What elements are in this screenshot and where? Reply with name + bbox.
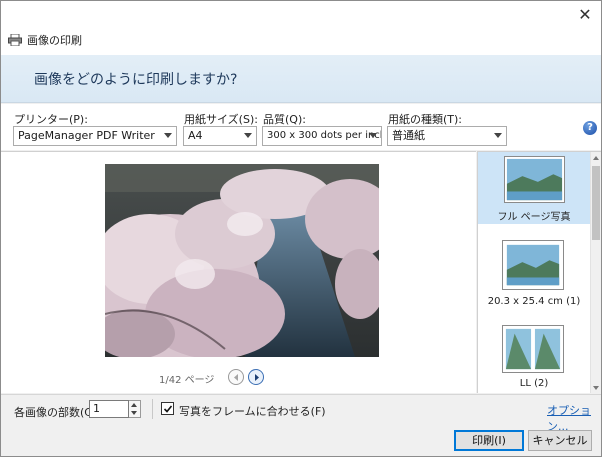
increment-icon[interactable] xyxy=(131,403,137,407)
preview-area: 1/42 ページ xyxy=(1,151,476,393)
copies-label: 各画像の部数(C): xyxy=(14,406,100,419)
header-band: 画像をどのように印刷しますか? xyxy=(1,55,601,103)
paper-size-label: 用紙サイズ(S): xyxy=(184,113,258,126)
page-indicator: 1/42 ページ xyxy=(159,375,215,386)
layout-item-ll[interactable]: LL (2) xyxy=(478,322,590,393)
checkmark-icon xyxy=(163,405,173,413)
paper-type-value: 普通紙 xyxy=(392,129,425,142)
printer-select[interactable]: PageManager PDF Writer xyxy=(13,126,177,146)
layout-scrollbar[interactable] xyxy=(590,152,601,393)
previous-page-button[interactable] xyxy=(228,369,244,385)
print-button[interactable]: 印刷(I) xyxy=(454,430,524,451)
close-button[interactable]: ✕ xyxy=(575,5,595,25)
chevron-right-icon xyxy=(255,374,259,381)
layout-caption: LL (2) xyxy=(519,378,549,389)
chevron-left-icon xyxy=(234,374,238,381)
title-bar: ✕ 画像の印刷 xyxy=(1,1,601,55)
paper-type-label: 用紙の種類(T): xyxy=(388,113,463,126)
photo-preview xyxy=(105,164,379,357)
copies-stepper[interactable] xyxy=(129,400,141,418)
layout-thumbnail xyxy=(502,325,564,373)
divider xyxy=(152,399,153,419)
header-question: 画像をどのように印刷しますか? xyxy=(34,72,238,88)
paper-size-select[interactable]: A4 xyxy=(183,126,257,146)
copies-input[interactable]: 1 xyxy=(89,400,129,418)
title-row: 画像の印刷 xyxy=(8,32,82,48)
print-pictures-dialog: ✕ 画像の印刷 画像をどのように印刷しますか? プリンター(P): PageMa… xyxy=(0,0,602,457)
printer-value: PageManager PDF Writer xyxy=(18,129,155,142)
layout-item-20x25[interactable]: 20.3 x 25.4 cm (1) xyxy=(478,236,590,308)
cancel-button[interactable]: キャンセル xyxy=(528,430,592,451)
window-title: 画像の印刷 xyxy=(27,34,82,47)
decrement-icon[interactable] xyxy=(131,411,137,415)
scroll-up-icon[interactable] xyxy=(593,156,599,160)
quality-select[interactable]: 300 x 300 dots per inch xyxy=(262,126,382,146)
chevron-down-icon xyxy=(494,133,502,138)
help-icon[interactable]: ? xyxy=(583,121,597,135)
quality-value: 300 x 300 dots per inch xyxy=(267,130,381,141)
layout-item-full-page[interactable]: フル ページ写真 xyxy=(478,152,590,224)
paper-type-select[interactable]: 普通紙 xyxy=(387,126,507,146)
scroll-down-icon[interactable] xyxy=(593,386,599,390)
print-options-row: プリンター(P): PageManager PDF Writer 用紙サイズ(S… xyxy=(1,104,601,150)
fit-to-frame-label[interactable]: 写真をフレームに合わせる(F) xyxy=(179,403,326,419)
scroll-thumb[interactable] xyxy=(592,166,600,240)
fit-to-frame-checkbox[interactable] xyxy=(161,402,174,415)
chevron-down-icon xyxy=(164,133,172,138)
layout-caption: フル ページ写真 xyxy=(497,212,571,223)
layout-caption: 20.3 x 25.4 cm (1) xyxy=(487,296,581,307)
layout-list: フル ページ写真 20.3 x 25.4 cm (1) LL (2) xyxy=(477,151,601,393)
next-page-button[interactable] xyxy=(248,369,264,385)
quality-label: 品質(Q): xyxy=(263,113,306,126)
layout-thumbnail xyxy=(502,240,564,290)
printer-label: プリンター(P): xyxy=(14,113,88,126)
bottom-bar: 各画像の部数(C): 1 写真をフレームに合わせる(F) オプション... 印刷… xyxy=(1,394,601,456)
chevron-down-icon xyxy=(244,133,252,138)
printer-icon xyxy=(8,34,22,46)
layout-thumbnail xyxy=(504,156,565,203)
chevron-down-icon xyxy=(369,133,377,138)
